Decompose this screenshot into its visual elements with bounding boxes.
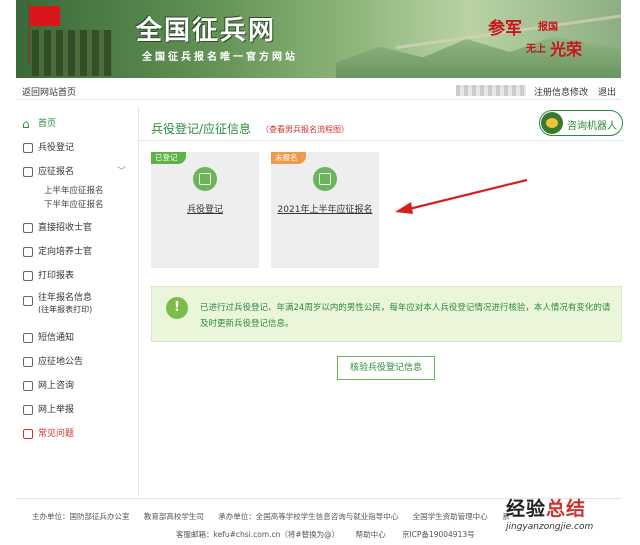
footer-text: 承办单位：全国高等学校学生信息咨询与就业指导中心: [218, 512, 399, 521]
sidebar-item-military-registration[interactable]: 兵役登记: [16, 136, 134, 160]
watermark: 经验总结 jingyanzongjie.com: [506, 494, 630, 532]
robot-label: 咨询机器人: [567, 121, 617, 132]
register-edit-link[interactable]: 注册信息修改: [534, 85, 588, 98]
notice-icon: [23, 357, 33, 367]
watermark-url: jingyanzongjie.com: [506, 522, 594, 532]
sidebar-item-enlistment[interactable]: 应征报名 ﹀: [16, 160, 134, 184]
sidebar-item-label: 定向培养士官: [38, 247, 93, 257]
slogan-part-3: 无上: [526, 44, 546, 55]
masked-username: [456, 85, 526, 96]
sidebar-item-label: 常见问题: [38, 429, 75, 439]
page-title: 兵役登记/应征信息: [151, 122, 252, 136]
watermark-text-a: 经验: [506, 498, 547, 520]
card-label[interactable]: 2021年上半年应征报名: [271, 202, 379, 215]
home-icon: [22, 112, 33, 136]
sidebar-item-home[interactable]: 首页: [16, 112, 134, 136]
notice-text: 已进行过兵役登记、年满24周岁以内的男性公民，每年应对本人兵役登记情况进行核验，…: [200, 303, 611, 329]
document-icon: [193, 167, 217, 191]
footer-sponsors: 主办单位：国防部征兵办公室 教育部高校学生司 承办单位：全国高等学校学生信息咨询…: [32, 511, 522, 522]
footer-email: 客服邮箱：kefu#chsi.com.cn（将#替换为@）: [176, 530, 340, 539]
slogan-part-1: 参军: [488, 19, 522, 39]
sidebar-item-report[interactable]: 网上举报: [16, 398, 134, 422]
alert-icon: !: [166, 297, 188, 319]
robot-avatar-icon: [541, 112, 563, 134]
footer-text: 全国学生资助管理中心: [412, 512, 488, 521]
help-center-link[interactable]: 帮助中心: [356, 530, 386, 539]
report-icon: [23, 405, 33, 415]
sidebar-item-print[interactable]: 打印报表: [16, 264, 134, 288]
flow-chart-link[interactable]: （查看男兵报名流程图）: [261, 124, 349, 135]
site-title: 全国征兵网: [136, 16, 277, 46]
top-bar: 返回网站首页 注册信息修改 退出: [16, 80, 621, 100]
sidebar-item-label: 首页: [38, 119, 57, 129]
slogan-part-2: 报国: [538, 22, 558, 33]
sidebar-item-label: 兵役登记: [38, 143, 75, 153]
sidebar-item-label: 打印报表: [38, 271, 75, 281]
sidebar-item-consult[interactable]: 网上咨询: [16, 374, 134, 398]
sidebar-item-label: 直接招收士官: [38, 223, 93, 233]
sidebar-item-label: 应征报名: [38, 167, 75, 177]
target-icon: [23, 247, 33, 257]
footer-contact: 客服邮箱：kefu#chsi.com.cn（将#替换为@） 帮助中心 京ICP备…: [176, 529, 489, 540]
list-icon: [23, 167, 33, 177]
sidebar-item-past-years[interactable]: 往年报名信息 (往年报表打印): [16, 288, 134, 320]
sidebar-item-announcement[interactable]: 应征地公告: [16, 350, 134, 374]
calendar-icon: [313, 167, 337, 191]
registration-card[interactable]: 已登记 兵役登记: [151, 152, 259, 268]
sidebar-subitem-first-half[interactable]: 上半年应征报名: [16, 184, 134, 198]
watermark-text-b: 总结: [546, 498, 587, 520]
notice-box: ! 已进行过兵役登记、年满24周岁以内的男性公民，每年应对本人兵役登记情况进行核…: [151, 286, 622, 342]
sidebar-item-sublabel: (往年报表打印): [38, 305, 93, 314]
status-badge: 未报名: [271, 152, 306, 164]
card-icon: [23, 223, 33, 233]
chat-icon: [23, 381, 33, 391]
sidebar-item-label: 网上举报: [38, 405, 75, 415]
slogan-part-4: 光荣: [550, 40, 583, 59]
verify-registration-button[interactable]: 核验兵役登记信息: [337, 356, 435, 380]
footer-icp: 京ICP备19004913号: [401, 530, 475, 539]
sidebar-item-direct-nco[interactable]: 直接招收士官: [16, 216, 134, 240]
status-badge: 已登记: [151, 152, 186, 164]
back-home-link[interactable]: 返回网站首页: [22, 85, 76, 98]
question-icon: [23, 429, 33, 439]
sidebar-item-label: 短信通知: [38, 333, 75, 343]
flag-icon: [30, 6, 60, 26]
footer-text: 主办单位：国防部征兵办公室: [32, 512, 130, 521]
soldiers-graphic: [32, 30, 112, 76]
site-subtitle: 全国征兵报名唯一官方网站: [142, 52, 298, 63]
sidebar-item-label: 网上咨询: [38, 381, 75, 391]
sidebar-item-sms[interactable]: 短信通知: [16, 326, 134, 350]
chevron-down-icon[interactable]: ﹀: [117, 160, 126, 184]
enlistment-card[interactable]: 未报名 2021年上半年应征报名: [271, 152, 379, 268]
card-label[interactable]: 兵役登记: [151, 202, 259, 215]
logout-link[interactable]: 退出: [598, 85, 616, 98]
main-content: 兵役登记/应征信息 （查看男兵报名流程图） 咨询机器人 已登记 兵役登记 未报名…: [138, 106, 624, 496]
sidebar-item-label: 往年报名信息: [38, 293, 93, 303]
file-icon: [23, 296, 33, 306]
footer-text: 教育部高校学生司: [143, 512, 204, 521]
title-divider: [139, 140, 624, 141]
consult-robot-button[interactable]: 咨询机器人: [539, 110, 623, 136]
sidebar-subitem-second-half[interactable]: 下半年应征报名: [16, 198, 134, 212]
annotation-arrow: [395, 178, 528, 214]
print-icon: [23, 271, 33, 281]
sidebar-item-label: 应征地公告: [38, 357, 84, 367]
sidebar-item-directed-nco[interactable]: 定向培养士官: [16, 240, 134, 264]
sidebar-item-faq[interactable]: 常见问题: [16, 422, 134, 446]
site-banner: 全国征兵网 全国征兵报名唯一官方网站 参军 报国 无上 光荣: [16, 0, 621, 78]
message-icon: [23, 333, 33, 343]
form-icon: [23, 143, 33, 153]
sidebar: 首页 兵役登记 应征报名 ﹀ 上半年应征报名 下半年应征报名 直接招收士官 定向…: [16, 112, 134, 446]
